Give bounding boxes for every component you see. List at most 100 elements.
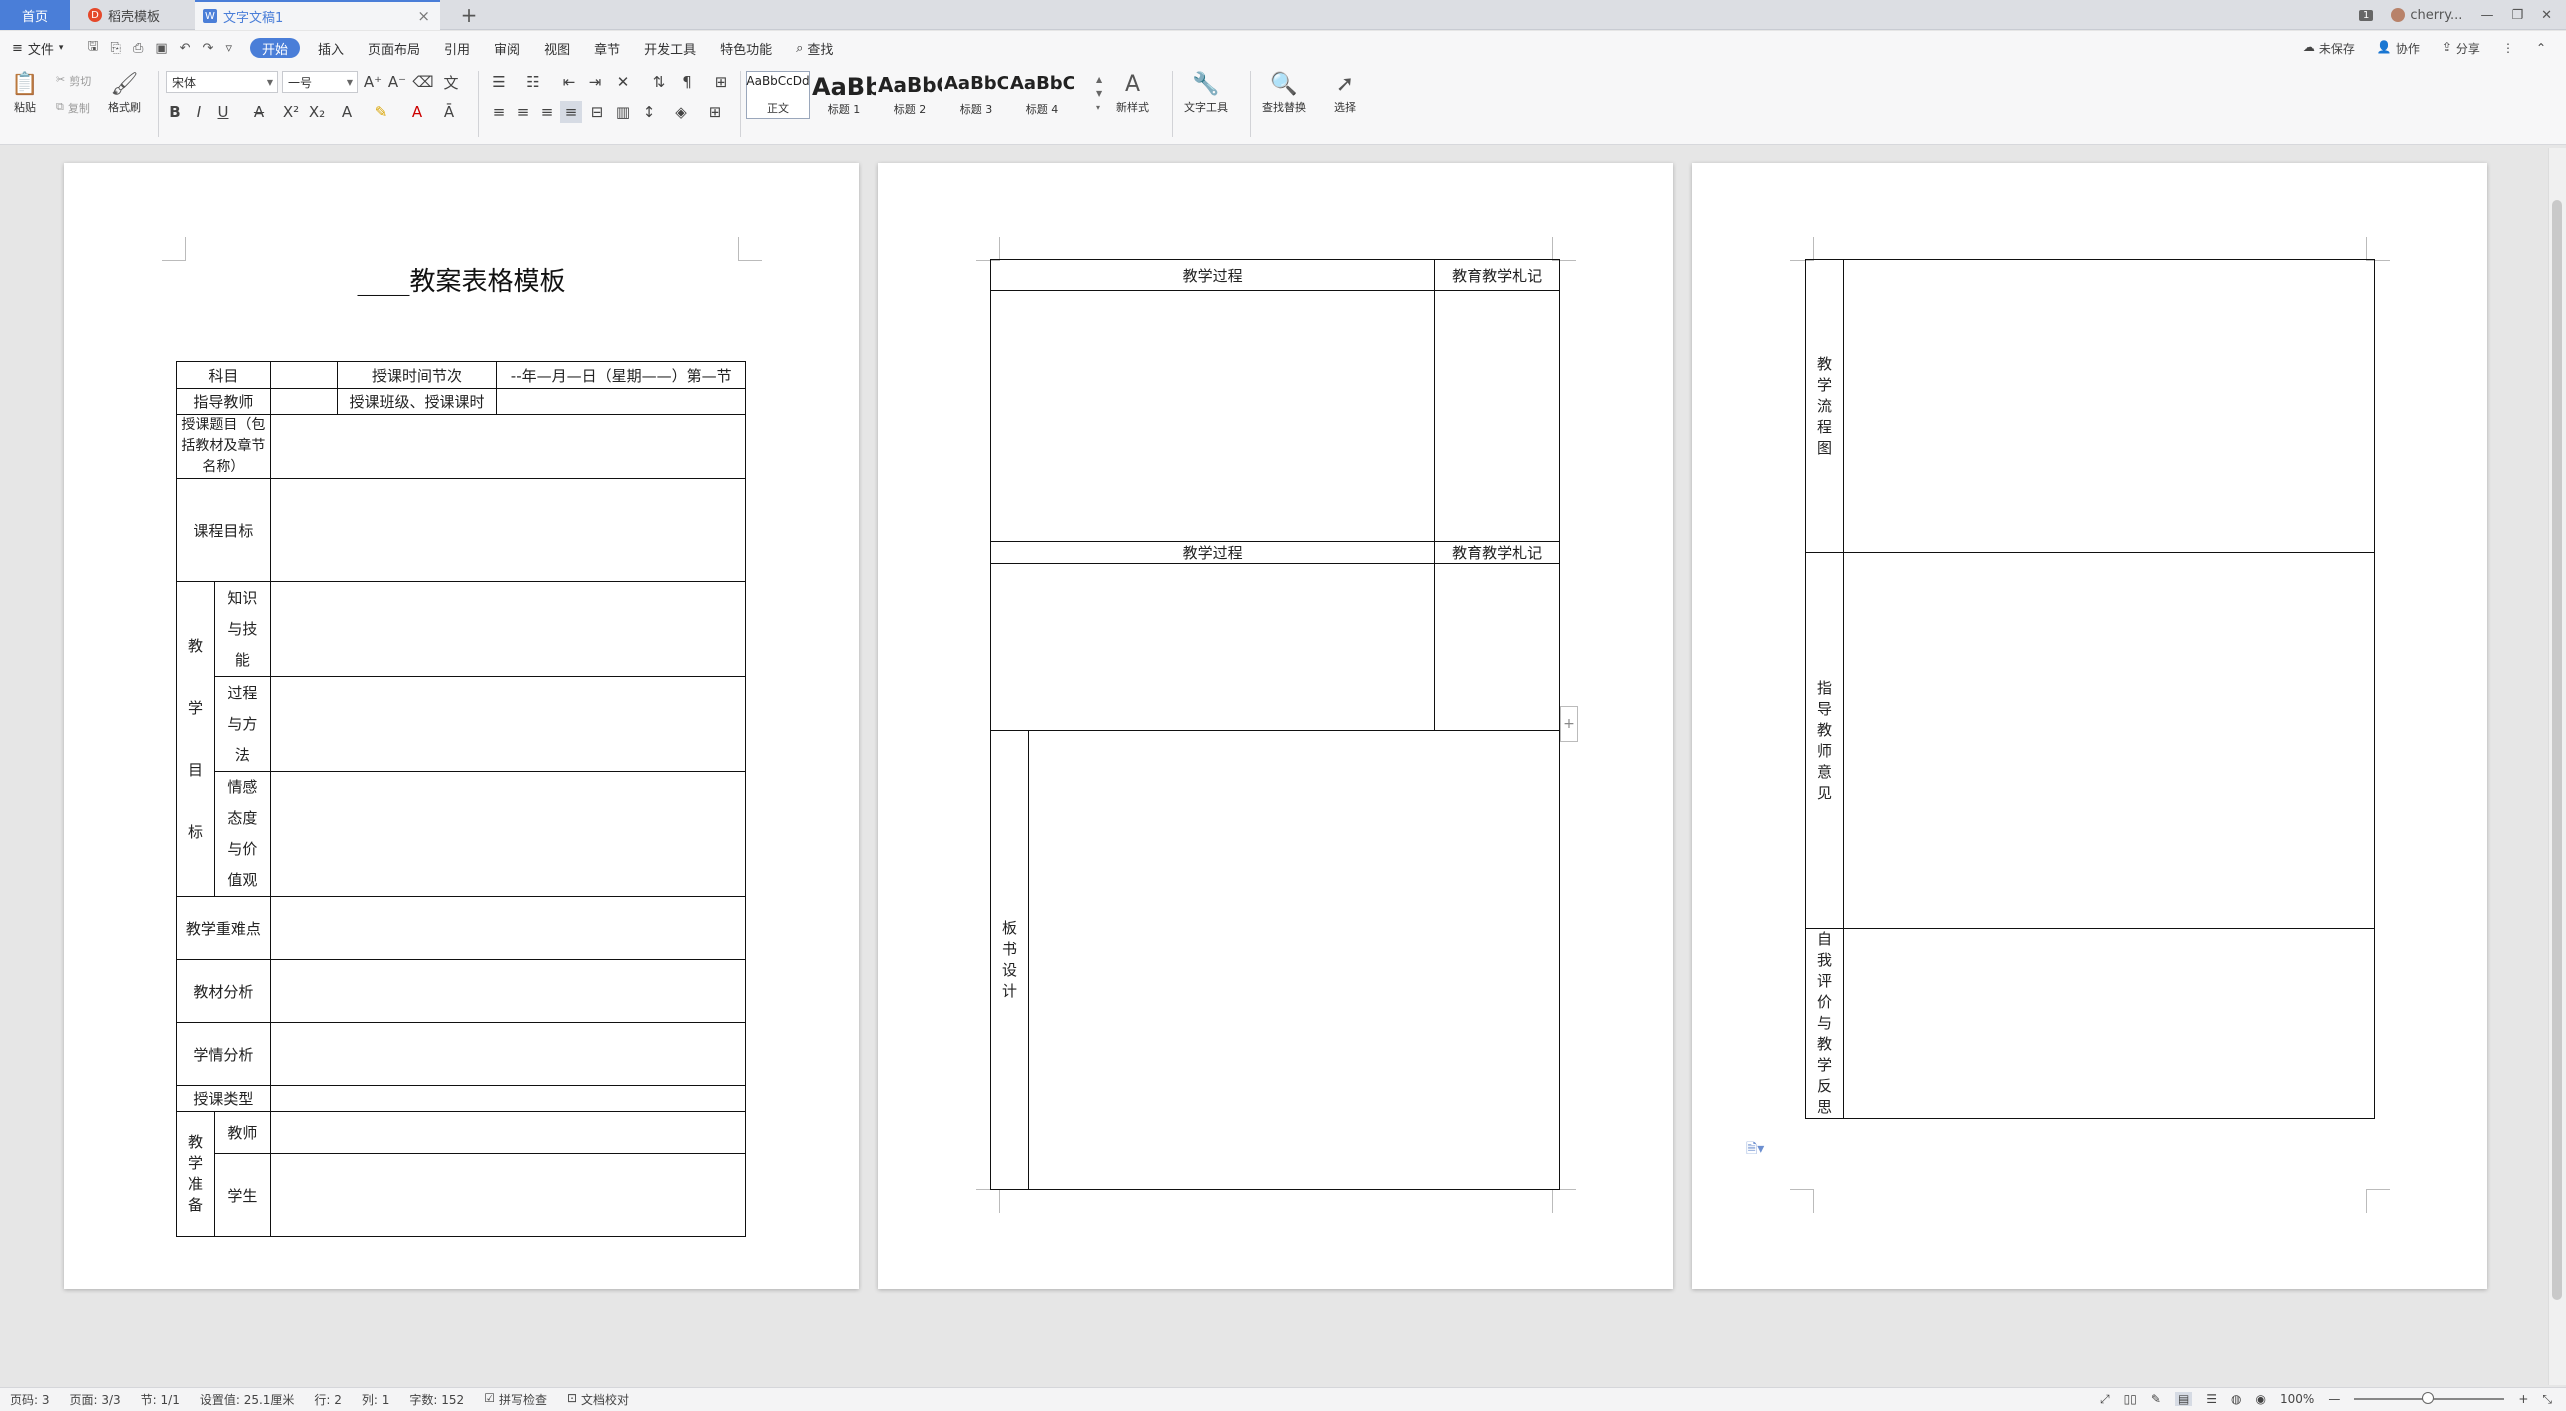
key-points-value-cell[interactable] [269,896,747,960]
table-border-icon[interactable]: ⊞ [710,71,732,93]
notes-body-cell-2[interactable] [1434,563,1560,731]
paste-options-icon[interactable]: 🗎▾ [1746,1138,1764,1162]
align-right-icon[interactable]: ≡ [536,101,558,123]
subject-value-cell[interactable] [269,361,338,389]
align-left-icon[interactable]: ≡ [488,101,510,123]
lesson-type-value-cell[interactable] [269,1085,747,1112]
bold-icon[interactable]: B [164,101,186,123]
select-button[interactable]: ➚ 选择 [1330,69,1360,115]
font-name-select[interactable]: 宋体 ▼ [166,71,278,93]
file-menu[interactable]: ≡ 文件 ▾ [0,31,75,65]
process-body-cell[interactable] [989,290,1436,542]
customize-icon[interactable]: ▿ [225,41,232,56]
document-page-1[interactable]: ____教案表格模板 科目 授课时间节次 --年—月—日（星期——）第—节 指导教师… [64,163,859,1289]
teacher-opinion-value-cell[interactable] [1842,552,2376,929]
style-heading-3[interactable]: AaBbC 标题 3 [944,71,1008,119]
menu-item-view[interactable]: 视图 [532,31,582,65]
user-account[interactable]: cherry... [2391,8,2462,23]
status-pages[interactable]: 页面: 3/3 [70,1391,121,1408]
topic-value-cell[interactable] [269,414,747,479]
spell-check-button[interactable]: ☑ 拼写检查 [484,1391,547,1408]
add-column-icon[interactable]: + [1560,706,1578,742]
new-style-button[interactable]: A 新样式 [1116,69,1149,115]
increase-indent-icon[interactable]: ⇥ [584,71,606,93]
zoom-out-icon[interactable]: — [2328,1392,2340,1406]
fit-page-icon[interactable]: ⤡ [2542,1392,2552,1407]
process-table[interactable]: 教学过程 教育教学札记 教学过程 教育教学札记 板书设计 [989,259,1561,1190]
columns-icon[interactable]: ▥ [612,101,634,123]
restore-icon[interactable]: ❐ [2511,8,2523,23]
tab-daoke-templates[interactable]: D 稻壳模板 [78,0,188,30]
status-word-count[interactable]: 字数: 152 [409,1391,464,1408]
board-design-value-cell[interactable] [1027,730,1561,1190]
print-icon[interactable]: ⎙ [133,41,143,56]
collapse-ribbon-icon[interactable]: ⌃ [2536,41,2546,55]
teacher-value-cell[interactable] [269,388,338,415]
knowledge-value-cell[interactable] [269,581,747,677]
subscript-icon[interactable]: X₂ [306,101,328,123]
styles-scroll[interactable]: ▲ ▼ ▾ [1096,73,1102,115]
find-replace-button[interactable]: 🔍 查找替换 [1262,69,1306,115]
lesson-plan-table[interactable]: 科目 授课时间节次 --年—月—日（星期——）第—节 指导教师 授课班级、授课课时 授… [176,361,747,1237]
align-center-icon[interactable]: ≡ [512,101,534,123]
share-button[interactable]: ⇪ 分享 [2442,40,2480,57]
phonetic-guide-icon[interactable]: 文 [440,71,462,93]
more-icon[interactable]: ⋮ [2502,41,2514,55]
style-heading-4[interactable]: AaBbC 标题 4 [1010,71,1074,119]
paste-button[interactable]: 📋 粘贴 [10,69,40,115]
material-value-cell[interactable] [269,959,747,1023]
zoom-slider-knob[interactable] [2422,1392,2435,1404]
proofread-button[interactable]: ⊡ 文档校对 [567,1391,629,1408]
menu-item-start[interactable]: 开始 [249,38,300,58]
new-tab-button[interactable]: + [455,0,483,30]
page-title[interactable]: ____教案表格模板 [64,261,859,298]
evaluation-table[interactable]: 教学流程图 指导教师意见 自我评价与教学反思 [1805,259,2376,1119]
page-view-icon[interactable]: ▤ [2174,1392,2193,1406]
zoom-slider[interactable] [2354,1392,2505,1404]
tab-document[interactable]: W 文字文稿1 × [195,0,440,30]
print-preview-icon[interactable]: ▣ [155,41,167,56]
menu-item-references[interactable]: 引用 [432,31,482,65]
menu-item-insert[interactable]: 插入 [306,31,356,65]
goal-value-cell[interactable] [269,478,747,582]
show-marks-icon[interactable]: ¶ [676,71,698,93]
notes-body-cell[interactable] [1434,290,1560,542]
document-page-3[interactable]: 教学流程图 指导教师意见 自我评价与教学反思 🗎▾ [1692,163,2487,1289]
tab-home[interactable]: 首页 [0,0,70,30]
undo-icon[interactable]: ↶ [180,41,191,56]
redo-icon[interactable]: ↷ [203,41,214,56]
scrollbar-thumb[interactable] [2552,200,2562,1300]
clear-format-icon[interactable]: ⌫ [412,71,434,93]
teacher-prep-value-cell[interactable] [269,1111,747,1154]
text-effect-icon[interactable]: A [336,101,358,123]
shading-icon[interactable]: ◈ [670,101,692,123]
borders-icon[interactable]: ⊞ [704,101,726,123]
grow-font-icon[interactable]: A⁺ [362,71,384,93]
cut-button[interactable]: ✂ 剪切 [56,73,91,89]
status-page-number[interactable]: 页码: 3 [10,1391,50,1408]
text-tools-button[interactable]: 🔧 文字工具 [1184,69,1228,115]
char-shading-icon[interactable]: Ā [438,101,460,123]
sort-icon[interactable]: ⇅ [648,71,670,93]
zoom-in-icon[interactable]: + [2518,1392,2528,1406]
font-color-icon[interactable]: A [406,101,428,123]
search-button[interactable]: ⌕ 查找 [784,31,845,65]
copy-button[interactable]: ⧉ 复制 [56,100,90,116]
reading-mode-icon[interactable]: ▯▯ [2124,1392,2137,1406]
font-size-select[interactable]: 一号 ▼ [282,71,358,93]
process-method-value-cell[interactable] [269,676,747,772]
write-mode-icon[interactable]: ✎ [2151,1392,2161,1406]
line-spacing-icon[interactable]: ↕ [638,101,660,123]
highlight-icon[interactable]: ✎ [370,101,392,123]
document-page-2[interactable]: 教学过程 教育教学札记 教学过程 教育教学札记 板书设计 + [878,163,1673,1289]
emotion-value-cell[interactable] [269,771,747,897]
decrease-indent-icon[interactable]: ⇤ [558,71,580,93]
unsaved-button[interactable]: ☁ 未保存 [2303,40,2355,57]
menu-item-developer[interactable]: 开发工具 [632,31,708,65]
eye-protection-icon[interactable]: ◉ [2256,1392,2266,1406]
close-tab-icon[interactable]: × [417,7,430,25]
italic-icon[interactable]: I [188,101,210,123]
style-heading-2[interactable]: AaBbC 标题 2 [878,71,942,119]
menu-item-features[interactable]: 特色功能 [708,31,784,65]
close-window-icon[interactable]: ✕ [2541,8,2552,23]
